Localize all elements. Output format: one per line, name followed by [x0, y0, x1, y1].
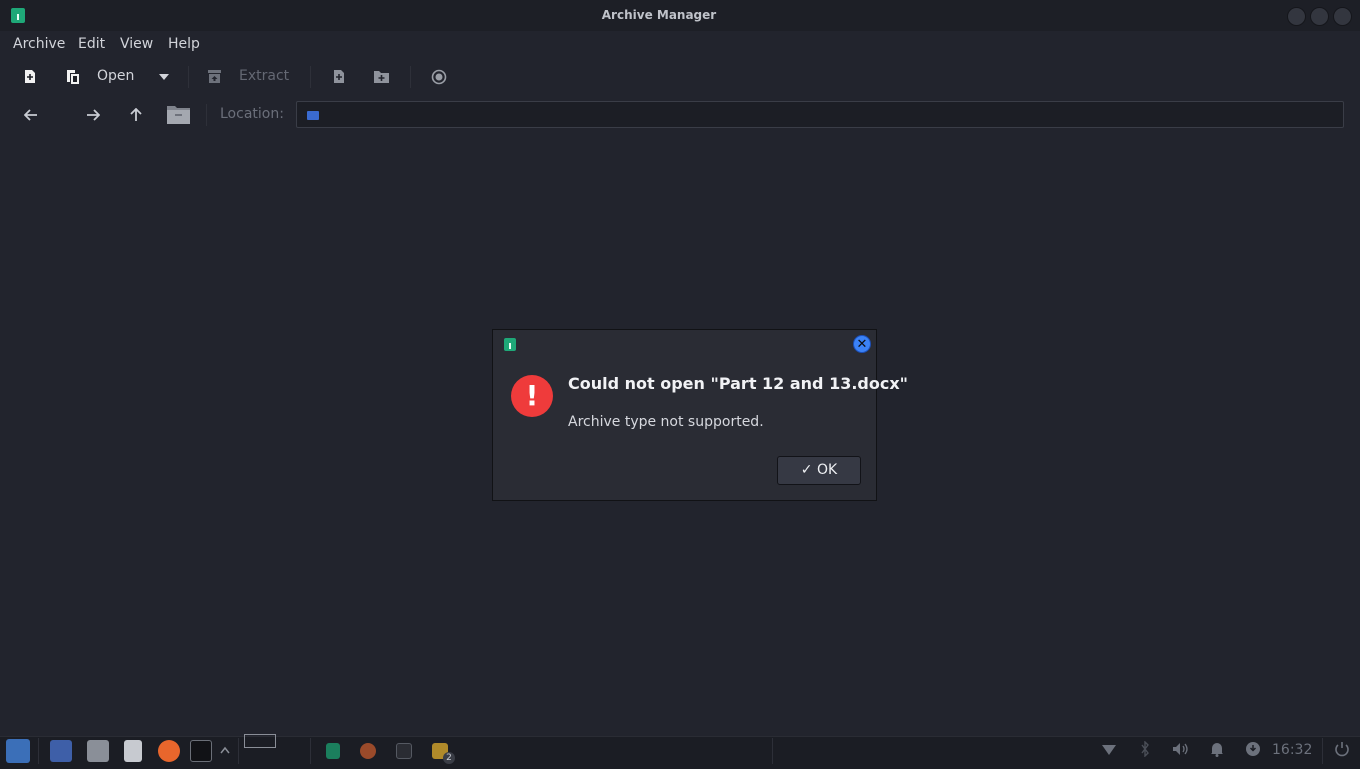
ok-button[interactable]: ✓ OK: [777, 456, 861, 485]
home-button[interactable]: [164, 102, 194, 128]
minimize-button[interactable]: [1287, 7, 1306, 26]
file-manager-icon[interactable]: [87, 740, 109, 762]
check-icon: ✓: [800, 462, 813, 478]
new-archive-button[interactable]: [14, 66, 46, 88]
up-button[interactable]: [124, 104, 148, 126]
terminal-task-icon[interactable]: [396, 743, 412, 759]
clock[interactable]: 16:32: [1272, 742, 1312, 758]
terminal-icon[interactable]: [190, 740, 212, 762]
close-icon[interactable]: ✕: [853, 335, 871, 353]
text-editor-icon[interactable]: [124, 740, 142, 762]
power-icon[interactable]: [1334, 741, 1350, 757]
stop-icon: [431, 69, 447, 85]
extract-button[interactable]: Extract: [200, 66, 300, 88]
taskbar-separator: [38, 738, 39, 764]
taskbar-separator: [1322, 738, 1323, 764]
folder-home-icon: [167, 106, 190, 124]
arrow-right-icon: [87, 109, 100, 121]
network-icon[interactable]: [1101, 741, 1117, 757]
archive-icon: [504, 338, 516, 351]
updates-icon[interactable]: [1245, 741, 1261, 757]
open-archive-icon: [67, 70, 79, 84]
add-file-icon: [334, 70, 344, 83]
window-title: Archive Manager: [601, 8, 717, 22]
toolbar-separator: [410, 66, 411, 88]
open-label: Open: [97, 68, 135, 84]
taskbar-separator: [238, 738, 239, 764]
menu-view[interactable]: View: [120, 36, 153, 52]
arrow-left-icon: [24, 109, 37, 121]
workspace-1[interactable]: [244, 734, 276, 748]
error-icon: !: [511, 375, 553, 417]
forward-button[interactable]: [80, 104, 106, 126]
task-badge: 2: [443, 752, 455, 764]
location-separator: [206, 104, 207, 126]
maximize-button[interactable]: [1310, 7, 1329, 26]
firefox-icon[interactable]: [158, 740, 180, 762]
notifications-icon[interactable]: [1209, 741, 1225, 757]
firefox-task-icon[interactable]: [360, 743, 376, 759]
chevron-down-icon[interactable]: [159, 74, 169, 80]
chevron-up-icon[interactable]: [220, 746, 230, 754]
add-folder-button[interactable]: [368, 66, 396, 88]
extract-icon: [208, 70, 221, 83]
location-label: Location:: [220, 106, 284, 122]
open-archive-button[interactable]: Open: [60, 66, 180, 88]
back-button[interactable]: [18, 104, 44, 126]
error-dialog: ✕ ! Could not open "Part 12 and 13.docx"…: [492, 329, 908, 501]
folder-icon: [307, 111, 319, 120]
volume-icon[interactable]: [1172, 741, 1188, 757]
close-window-button[interactable]: [1333, 7, 1352, 26]
menu-help[interactable]: Help: [168, 36, 200, 52]
new-archive-icon: [25, 70, 35, 83]
extract-label: Extract: [239, 68, 290, 84]
ok-label: OK: [816, 462, 838, 478]
toolbar-separator: [188, 66, 189, 88]
dialog-heading: Could not open "Part 12 and 13.docx": [568, 374, 909, 393]
app-menu-icon[interactable]: [6, 739, 30, 763]
toolbar-separator: [310, 66, 311, 88]
location-input[interactable]: [296, 101, 1344, 128]
menu-edit[interactable]: Edit: [78, 36, 105, 52]
menu-bar: [0, 31, 1360, 58]
bluetooth-icon[interactable]: [1137, 741, 1153, 757]
dialog-message: Archive type not supported.: [568, 414, 764, 430]
add-file-button[interactable]: [326, 66, 352, 88]
taskbar-separator: [772, 738, 773, 764]
desktop-icon[interactable]: [50, 740, 72, 762]
archive-manager-task-icon[interactable]: [326, 743, 340, 759]
arrow-up-icon: [130, 108, 142, 121]
taskbar-separator: [310, 738, 311, 764]
add-folder-icon: [374, 71, 389, 83]
menu-archive[interactable]: Archive: [13, 36, 65, 52]
stop-button[interactable]: [426, 66, 452, 88]
